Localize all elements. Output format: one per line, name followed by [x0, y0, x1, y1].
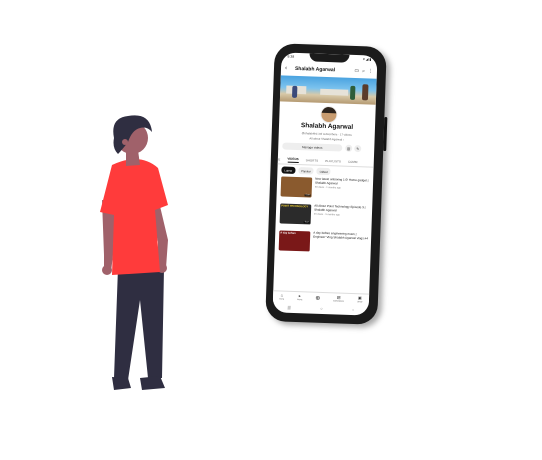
- cast-icon[interactable]: ▭: [354, 68, 359, 74]
- more-icon[interactable]: ⋮: [368, 68, 373, 74]
- ear: [122, 139, 128, 145]
- channel-banner: [279, 75, 377, 105]
- library-icon: ▣: [357, 295, 362, 301]
- nav-shorts[interactable]: ▸ Shorts: [297, 293, 303, 301]
- tab-community[interactable]: COMM: [348, 159, 358, 163]
- channel-avatar[interactable]: [320, 105, 338, 124]
- banner-figure: [291, 85, 298, 98]
- avatar-hair: [321, 106, 337, 114]
- video-list-item[interactable]: A day before A day before engineering ex…: [278, 230, 370, 257]
- tab-shorts[interactable]: SHORTS: [306, 158, 319, 162]
- video-thumbnail[interactable]: 5:08: [280, 176, 313, 198]
- nav-label: Subscriptions: [333, 300, 344, 303]
- tab-videos[interactable]: VIDEOS: [287, 156, 299, 163]
- pants: [114, 268, 164, 380]
- video-info: All About Point Technology Episode 3 | S…: [313, 204, 370, 230]
- video-meta: 50 views · 1 months ago: [314, 185, 341, 190]
- tab-playlists[interactable]: PLAYLISTS: [325, 158, 341, 163]
- nav-label: Home: [279, 298, 285, 301]
- video-title[interactable]: A day before engineering exam | Engineer…: [313, 231, 369, 241]
- thumbnail-text: [282, 178, 311, 179]
- video-list-item[interactable]: 5:08 New latest unboxing 1.0! Home gadge…: [280, 176, 371, 202]
- phone-screen: 9:38 ▾ ◢ ▮ ‹ Shalabh Agarwal ▭ ⌕ ⋮ Shala…: [272, 52, 378, 316]
- chip-latest[interactable]: Latest: [281, 166, 296, 174]
- thumbnail-text: A day before: [280, 231, 296, 235]
- shorts-icon: ▸: [298, 293, 301, 299]
- video-duration: 8:12: [303, 221, 310, 224]
- banner-figure: [349, 85, 356, 100]
- nav-create[interactable]: ⊕: [315, 295, 320, 301]
- thumbnail-text: POINT TECHNOLOGY: [281, 204, 309, 209]
- video-thumbnail[interactable]: POINT TECHNOLOGY 8:12: [279, 203, 312, 225]
- create-icon: ⊕: [315, 295, 321, 302]
- smartphone: 9:38 ▾ ◢ ▮ ‹ Shalabh Agarwal ▭ ⌕ ⋮ Shala…: [265, 43, 388, 325]
- sort-chips: Latest Popular Oldest: [281, 166, 334, 176]
- recents-icon[interactable]: |||: [287, 305, 290, 310]
- search-icon[interactable]: ⌕: [362, 68, 365, 74]
- nav-label: Library: [356, 300, 363, 304]
- video-info: New latest unboxing 1.0! Home gadget | S…: [314, 177, 371, 203]
- status-time: 9:38: [287, 54, 295, 59]
- left-hand: [102, 265, 112, 275]
- video-meta: 45 views · 5 months ago: [313, 212, 340, 217]
- nav-label: Shorts: [297, 298, 303, 301]
- edit-icon[interactable]: ✎: [354, 144, 362, 153]
- analytics-icon[interactable]: ▥: [345, 144, 353, 152]
- video-thumbnail[interactable]: A day before: [278, 230, 311, 252]
- nav-library[interactable]: ▣ Library: [356, 295, 363, 304]
- channel-title: Shalabh Agarwal: [294, 65, 336, 74]
- video-duration: 5:08: [304, 194, 311, 197]
- home-icon: ⌂: [280, 292, 284, 298]
- status-icons: ▾ ◢ ▮: [362, 57, 372, 62]
- back-arrow-icon[interactable]: ‹: [285, 66, 291, 72]
- video-info: A day before engineering exam | Engineer…: [313, 231, 370, 257]
- back-button-icon[interactable]: ‹: [352, 307, 354, 312]
- left-shoe: [112, 377, 131, 390]
- banner-building: [320, 88, 349, 96]
- right-shoe: [140, 376, 165, 390]
- video-list-item[interactable]: POINT TECHNOLOGY 8:12 All About Point Te…: [279, 203, 370, 229]
- nav-subscriptions[interactable]: ▤ Subscriptions: [333, 294, 344, 303]
- subscriptions-icon: ▤: [336, 294, 341, 300]
- nav-home[interactable]: ⌂ Home: [279, 292, 285, 301]
- banner-figure: [361, 84, 369, 101]
- manage-videos-button[interactable]: Manage videos: [282, 142, 343, 152]
- chip-popular[interactable]: Popular: [297, 167, 314, 175]
- home-button-icon[interactable]: ○: [320, 306, 323, 311]
- phone-notch: [309, 53, 350, 63]
- chip-oldest[interactable]: Oldest: [316, 167, 331, 176]
